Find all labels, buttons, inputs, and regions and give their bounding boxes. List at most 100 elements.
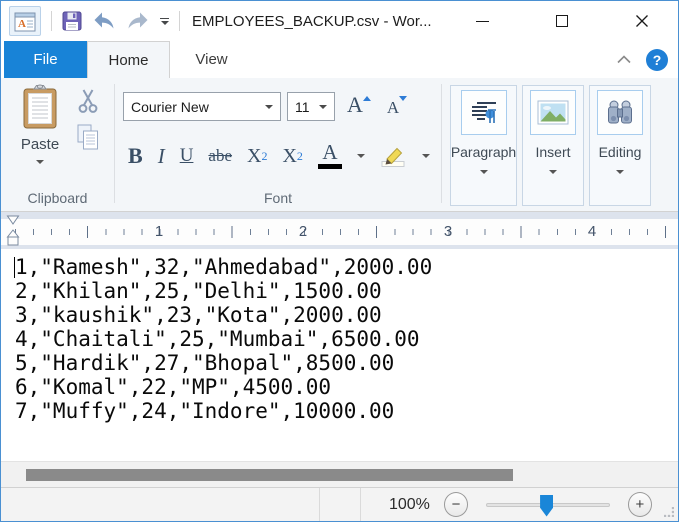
status-bar: 100% − + xyxy=(1,487,678,521)
superscript-2: 2 xyxy=(296,148,303,163)
highlight-color-button[interactable] xyxy=(380,145,407,168)
chevron-down-icon xyxy=(549,170,557,174)
window-controls xyxy=(468,7,678,35)
wordpad-window: A EMPLOYEES_BACKUP.csv - Wor... File Hom… xyxy=(0,0,679,522)
tab-file[interactable]: File xyxy=(4,41,87,78)
text-color-dropdown[interactable] xyxy=(356,154,365,158)
triangle-up-icon xyxy=(362,96,371,101)
font-family-combobox[interactable]: Courier New xyxy=(123,92,281,121)
paragraph-label: Paragraph xyxy=(450,144,517,160)
wordpad-logo-icon: A xyxy=(14,12,36,32)
resize-grip[interactable] xyxy=(664,507,674,517)
ribbon-tab-bar: File Home View ? xyxy=(1,41,678,78)
font-group: Courier New 11 A A B I U abe X2 X 2 A Fo… xyxy=(115,78,441,211)
cut-scissors-icon xyxy=(78,89,98,113)
ruler-band: 1 2 3 4 xyxy=(1,219,678,245)
shrink-font-button[interactable]: A xyxy=(381,92,413,121)
close-button[interactable] xyxy=(628,7,656,35)
chevron-down-icon xyxy=(421,154,430,158)
undo-icon xyxy=(94,12,114,29)
csv-line: 3,"kaushik",23,"Kota",2000.00 xyxy=(15,303,382,327)
zoom-slider-thumb[interactable] xyxy=(540,494,554,517)
editing-group: Editing xyxy=(589,85,651,206)
scrollbar-thumb[interactable] xyxy=(26,469,513,481)
text-color-letter: A xyxy=(322,140,338,164)
csv-line: 6,"Komal",22,"MP",4500.00 xyxy=(15,375,332,399)
document-area[interactable]: 1,"Ramesh",32,"Ahmedabad",2000.00 2,"Khi… xyxy=(1,249,678,461)
titlebar: A EMPLOYEES_BACKUP.csv - Wor... xyxy=(1,1,678,41)
subscript-x: X xyxy=(247,144,262,167)
csv-line: 2,"Khilan",25,"Delhi",1500.00 xyxy=(15,279,382,303)
tab-view[interactable]: View xyxy=(170,41,253,78)
chevron-down-icon xyxy=(616,170,624,174)
subscript-button[interactable]: X2 xyxy=(247,145,267,168)
paragraph-button[interactable]: Paragraph xyxy=(451,86,516,205)
status-separator xyxy=(319,488,320,521)
underline-button[interactable]: U xyxy=(180,145,194,167)
csv-line: 4,"Chaitali",25,"Mumbai",6500.00 xyxy=(15,327,420,351)
undo-button[interactable] xyxy=(92,10,116,32)
grow-font-button[interactable]: A xyxy=(343,92,375,121)
customize-quick-access-button[interactable] xyxy=(160,17,169,25)
editing-label: Editing xyxy=(598,144,642,160)
text-color-swatch xyxy=(317,164,342,169)
chevron-down-icon xyxy=(479,170,488,174)
clipboard-group-label: Clipboard xyxy=(27,190,88,206)
maximize-button[interactable] xyxy=(548,7,576,35)
zoom-level-label: 100% xyxy=(388,495,430,513)
quick-access-toolbar: A xyxy=(9,6,180,36)
ruler-mark-3: 3 xyxy=(443,223,453,240)
zoom-in-button[interactable]: + xyxy=(627,492,653,517)
paragraph-icon xyxy=(471,101,496,123)
redo-button[interactable] xyxy=(126,10,150,32)
text-color-button[interactable]: A xyxy=(317,140,342,169)
copy-button[interactable] xyxy=(73,120,103,154)
chevron-down-icon xyxy=(356,154,365,158)
text-caret xyxy=(14,257,15,278)
csv-line: 5,"Hardik",27,"Bhopal",8500.00 xyxy=(15,351,395,375)
collapse-ribbon-button[interactable] xyxy=(616,54,632,65)
strikethrough-button[interactable]: abe xyxy=(208,146,232,166)
toolbar-separator xyxy=(179,11,180,31)
indent-markers-icon[interactable] xyxy=(6,215,20,248)
tab-bar-right-controls: ? xyxy=(616,41,678,78)
minimize-icon xyxy=(475,20,489,22)
wordpad-app-icon[interactable]: A xyxy=(9,6,41,36)
minimize-button[interactable] xyxy=(468,7,496,35)
tab-home[interactable]: Home xyxy=(87,41,170,78)
superscript-button[interactable]: X2 xyxy=(282,145,302,168)
save-button[interactable] xyxy=(62,11,82,31)
insert-button[interactable]: Insert xyxy=(523,86,583,205)
save-icon xyxy=(62,11,82,31)
triangle-down-icon xyxy=(399,96,408,101)
customize-bar-icon xyxy=(160,17,169,19)
ribbon-home: Paste Clipboard Courier New 11 A A B I U… xyxy=(1,78,678,212)
highlighter-icon xyxy=(381,147,405,167)
window-title: EMPLOYEES_BACKUP.csv - Wor... xyxy=(192,12,432,30)
csv-line: 7,"Muffy",24,"Indore",10000.00 xyxy=(15,399,395,423)
paste-button[interactable]: Paste xyxy=(13,84,67,182)
subscript-2: 2 xyxy=(261,148,268,163)
ruler-mark-1: 1 xyxy=(154,223,164,240)
chevron-up-icon xyxy=(617,55,631,64)
maximize-icon xyxy=(556,15,568,27)
font-size-combobox[interactable]: 11 xyxy=(287,92,335,121)
insert-picture-icon xyxy=(537,100,569,125)
help-button[interactable]: ? xyxy=(646,48,668,71)
close-icon xyxy=(636,15,648,27)
highlight-color-dropdown[interactable] xyxy=(421,154,430,158)
italic-button[interactable]: I xyxy=(158,144,165,169)
combo-dropdown-icon xyxy=(265,104,273,109)
zoom-out-button[interactable]: − xyxy=(443,492,469,517)
combo-dropdown-icon xyxy=(319,104,327,109)
editing-button[interactable]: Editing xyxy=(590,86,650,205)
bold-button[interactable]: B xyxy=(128,143,143,169)
cut-button[interactable] xyxy=(73,86,103,116)
grow-font-letter: A xyxy=(347,92,363,117)
horizontal-scrollbar[interactable] xyxy=(1,461,678,487)
superscript-x: X xyxy=(282,144,297,167)
csv-line: 1,"Ramesh",32,"Ahmedabad",2000.00 xyxy=(15,255,433,279)
font-family-value: Courier New xyxy=(131,98,209,115)
zoom-slider-track[interactable] xyxy=(486,494,610,517)
paste-label: Paste xyxy=(20,136,60,153)
